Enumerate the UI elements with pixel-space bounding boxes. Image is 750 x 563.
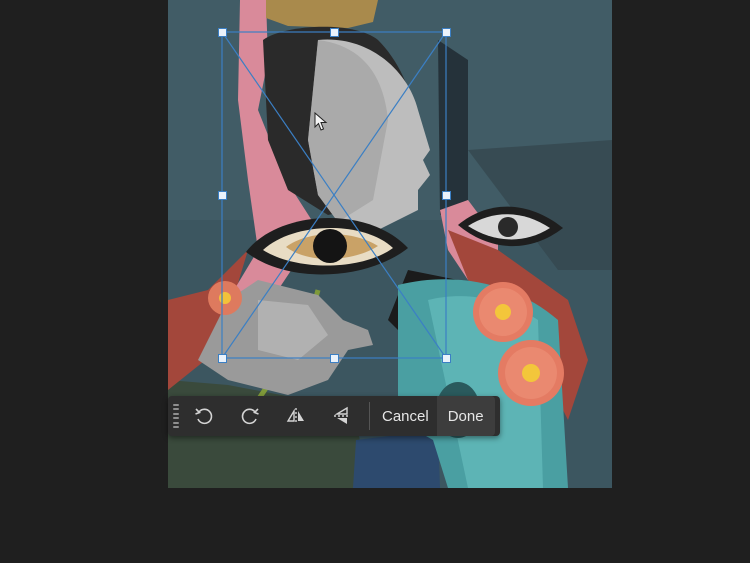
mouse-cursor-icon: [314, 112, 328, 131]
done-button[interactable]: Done: [436, 396, 495, 436]
cancel-button[interactable]: Cancel: [376, 396, 435, 436]
resize-handle-top-left[interactable]: [218, 28, 227, 37]
rotate-right-button[interactable]: [227, 396, 273, 436]
flip-horizontal-icon: [286, 408, 304, 424]
resize-handle-bottom-right[interactable]: [442, 354, 451, 363]
transform-toolbar: Cancel Done: [168, 396, 500, 436]
resize-handle-bottom-center[interactable]: [330, 354, 339, 363]
resize-handle-top-center[interactable]: [330, 28, 339, 37]
toolbar-divider: [369, 402, 370, 430]
rotate-left-icon: [195, 408, 213, 425]
resize-handle-middle-left[interactable]: [218, 191, 227, 200]
toolbar-drag-handle[interactable]: [171, 402, 181, 430]
flip-vertical-button[interactable]: [319, 396, 365, 436]
rotate-left-button[interactable]: [181, 396, 227, 436]
resize-handle-middle-right[interactable]: [442, 191, 451, 200]
flip-vertical-icon: [334, 406, 350, 424]
resize-handle-bottom-left[interactable]: [218, 354, 227, 363]
rotate-right-icon: [241, 408, 259, 425]
flip-horizontal-button[interactable]: [273, 396, 319, 436]
resize-handle-top-right[interactable]: [442, 28, 451, 37]
